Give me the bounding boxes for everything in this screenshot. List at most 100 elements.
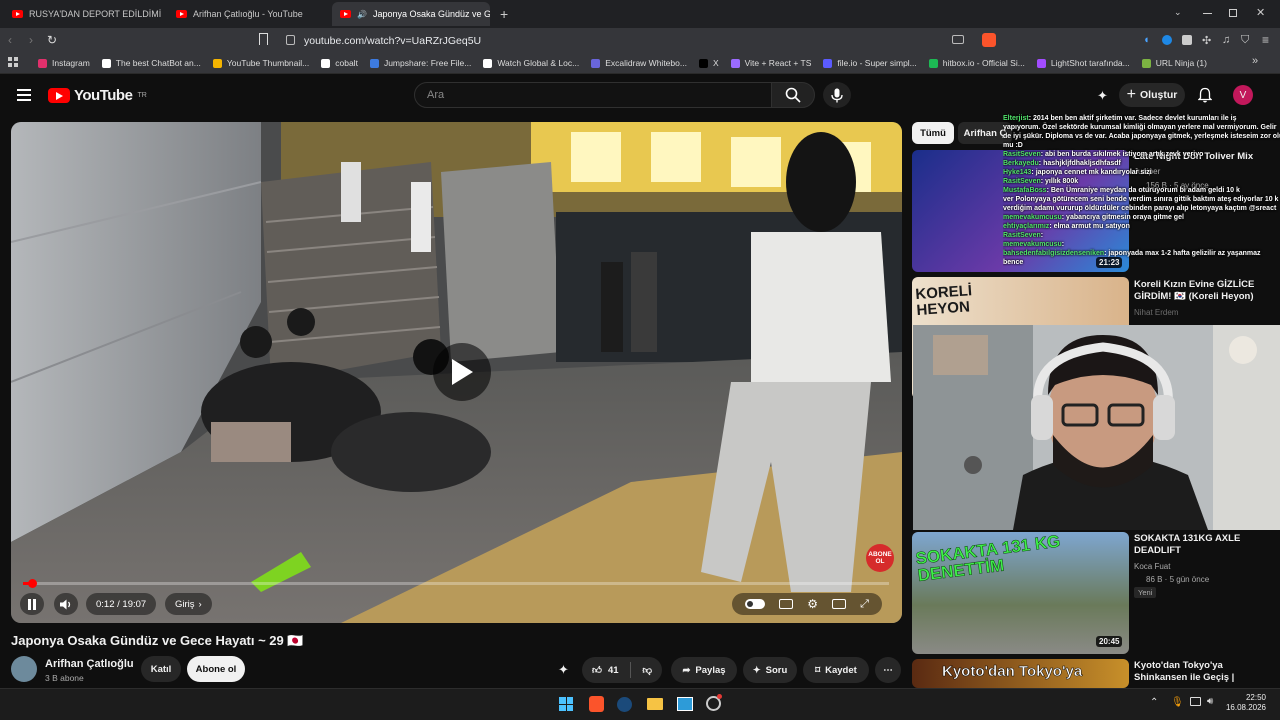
chapter-button[interactable]: Giriş › bbox=[165, 593, 212, 615]
channel-name[interactable]: Arifhan Çatlıoğlu bbox=[45, 658, 134, 670]
cast-icon[interactable] bbox=[952, 35, 964, 44]
bookmark-label: Watch Global & Loc... bbox=[497, 58, 580, 68]
chip-all[interactable]: Tümü bbox=[912, 122, 954, 144]
windows-start-icon[interactable] bbox=[559, 697, 573, 711]
more-bookmarks-icon[interactable]: » bbox=[1252, 55, 1258, 67]
brave-browser-icon[interactable] bbox=[589, 696, 604, 712]
chip-label: Arifhan Ç bbox=[963, 127, 1007, 139]
bookmark-item[interactable]: Excalidraw Whitebo... bbox=[585, 58, 693, 68]
hamburger-menu-icon[interactable] bbox=[17, 89, 31, 101]
volume-tray-icon[interactable]: 🔊︎ bbox=[1207, 696, 1213, 707]
brave-shield-icon[interactable] bbox=[982, 33, 996, 47]
back-icon[interactable]: ‹ bbox=[8, 33, 12, 47]
url-bar[interactable]: youtube.com/watch?v=UaRZrJGeq5U bbox=[276, 31, 976, 50]
bookmark-item[interactable]: The best ChatBot an... bbox=[96, 58, 207, 68]
more-horizontal-icon: ⋯ bbox=[883, 664, 893, 676]
like-dislike-group: 👍︎ 41 👎︎ bbox=[582, 657, 662, 683]
extension-icon[interactable]: ◖ bbox=[1143, 34, 1150, 46]
tab-title: Japonya Osaka Gündüz ve Ge bbox=[372, 9, 490, 19]
file-explorer-icon[interactable] bbox=[647, 698, 663, 710]
bookmark-item[interactable]: Instagram bbox=[32, 58, 96, 68]
volume-button[interactable] bbox=[54, 593, 78, 615]
extension-icon[interactable] bbox=[1182, 35, 1192, 45]
bookmark-item[interactable]: URL Ninja (1) bbox=[1136, 58, 1213, 68]
browser-tab[interactable]: Arifhan Çatlıoğlu - YouTube bbox=[168, 2, 328, 26]
bookmark-item[interactable]: YouTube Thumbnail... bbox=[207, 58, 315, 68]
share-button[interactable]: ➦ Paylaş bbox=[671, 657, 737, 683]
apps-grid-icon[interactable] bbox=[8, 57, 18, 67]
video-thumbnail[interactable]: Kyoto'dan Tokyo'ya bbox=[912, 659, 1129, 688]
voice-search-button[interactable] bbox=[823, 82, 851, 108]
bookmark-label: LightShot tarafında... bbox=[1050, 58, 1130, 68]
bookmark-favicon-icon bbox=[928, 58, 938, 68]
fullscreen-icon[interactable]: ⤢ bbox=[860, 598, 869, 611]
puzzle-icon[interactable]: ✣ bbox=[1202, 34, 1211, 47]
subscribe-button[interactable]: Abone ol bbox=[187, 656, 245, 682]
search-button[interactable] bbox=[771, 82, 815, 108]
more-actions-button[interactable]: ⋯ bbox=[875, 657, 901, 683]
photos-icon[interactable] bbox=[677, 697, 693, 711]
user-avatar[interactable]: V bbox=[1233, 85, 1253, 105]
bookmark-item[interactable]: X bbox=[693, 58, 725, 68]
ask-button[interactable]: ✦ Soru bbox=[743, 657, 797, 683]
bookmark-item[interactable]: Watch Global & Loc... bbox=[477, 58, 585, 68]
shield-icon[interactable]: ⛉ bbox=[1241, 34, 1249, 47]
forward-icon[interactable]: › bbox=[29, 33, 33, 47]
subscribe-label: Abone ol bbox=[195, 663, 237, 675]
video-channel[interactable]: Koca Fuat bbox=[1134, 562, 1170, 571]
minimize-icon[interactable] bbox=[1203, 13, 1212, 14]
share-icon: ➦ bbox=[682, 664, 691, 676]
big-play-button[interactable] bbox=[433, 343, 491, 401]
video-title[interactable]: Kyoto'dan Tokyo'ya Shinkansen ile Geçiş … bbox=[1134, 660, 1274, 684]
like-button[interactable]: 👍︎ 41 bbox=[592, 664, 619, 677]
chat-text: mu :D bbox=[1003, 142, 1023, 149]
studio-icon[interactable]: ✦ bbox=[1097, 88, 1108, 104]
create-button[interactable]: + Oluştur bbox=[1119, 83, 1185, 107]
steam-icon[interactable] bbox=[617, 697, 632, 712]
notifications-bell-icon[interactable] bbox=[1198, 87, 1212, 103]
bookmark-item[interactable]: Vite + React + TS bbox=[725, 58, 818, 68]
menu-icon[interactable]: ≡ bbox=[1262, 33, 1269, 47]
bookmark-icon[interactable] bbox=[259, 33, 268, 45]
chat-message: de iyi şükür. Diploma vs de var. Acaba j… bbox=[1003, 132, 1280, 141]
browser-tab-active[interactable]: 🔊 Japonya Osaka Gündüz ve Ge ✕ bbox=[332, 2, 490, 26]
settings-gear-icon[interactable]: ⚙ bbox=[807, 597, 818, 611]
youtube-logo[interactable]: YouTube TR bbox=[48, 87, 147, 104]
microphone-tray-icon[interactable]: 🎙︎ bbox=[1171, 697, 1184, 708]
join-button[interactable]: Katıl bbox=[141, 656, 181, 682]
autoplay-toggle[interactable] bbox=[745, 599, 766, 609]
pause-button[interactable] bbox=[20, 593, 44, 615]
search-input[interactable]: Ara bbox=[414, 82, 772, 108]
system-clock[interactable]: 22:50 16.08.2026 bbox=[1226, 693, 1266, 713]
save-button[interactable]: ⌑ Kaydet bbox=[803, 657, 869, 683]
new-tab-icon[interactable]: + bbox=[500, 6, 508, 22]
channel-avatar[interactable] bbox=[11, 656, 37, 682]
video-title[interactable]: SOKAKTA 131KG AXLE DEADLIFT bbox=[1134, 533, 1274, 557]
chip-label: Tümü bbox=[920, 127, 946, 139]
pause-icon bbox=[28, 598, 36, 610]
theater-mode-icon[interactable] bbox=[832, 599, 847, 609]
subscribe-watermark[interactable]: ABONE OL bbox=[866, 544, 894, 572]
browser-tab[interactable]: RUSYA'DAN DEPORT EDİLDİMİ | Sınır bbox=[4, 2, 164, 26]
site-info-icon[interactable] bbox=[286, 35, 295, 45]
sparkle-icon[interactable]: ✦ bbox=[558, 662, 569, 678]
tray-chevron-icon[interactable]: ⌃ bbox=[1150, 697, 1158, 708]
extension-icon[interactable] bbox=[1162, 35, 1172, 45]
chat-text: ver Polonyaya götürecem seni bende verdi… bbox=[1003, 196, 1279, 203]
bookmark-item[interactable]: LightShot tarafında... bbox=[1031, 58, 1136, 68]
maximize-icon[interactable] bbox=[1229, 9, 1237, 17]
reload-icon[interactable]: ↻ bbox=[47, 33, 57, 47]
network-icon[interactable] bbox=[1190, 697, 1201, 706]
dislike-button[interactable]: 👎︎ bbox=[642, 664, 652, 676]
bookmark-item[interactable]: cobalt bbox=[315, 58, 364, 68]
progress-scrubber[interactable] bbox=[28, 579, 37, 588]
search-icon bbox=[785, 87, 801, 103]
close-window-icon[interactable]: ✕ bbox=[1256, 6, 1265, 19]
subtitles-icon[interactable] bbox=[779, 599, 794, 609]
tab-list-chevron-icon[interactable]: ⌄ bbox=[1174, 7, 1182, 18]
progress-bar[interactable] bbox=[23, 582, 889, 585]
music-icon[interactable]: ♫ bbox=[1222, 34, 1230, 46]
bookmark-item[interactable]: Jumpshare: Free File... bbox=[364, 58, 477, 68]
bookmark-item[interactable]: file.io - Super simpl... bbox=[817, 58, 922, 68]
bookmark-item[interactable]: hitbox.io - Official Si... bbox=[923, 58, 1031, 68]
